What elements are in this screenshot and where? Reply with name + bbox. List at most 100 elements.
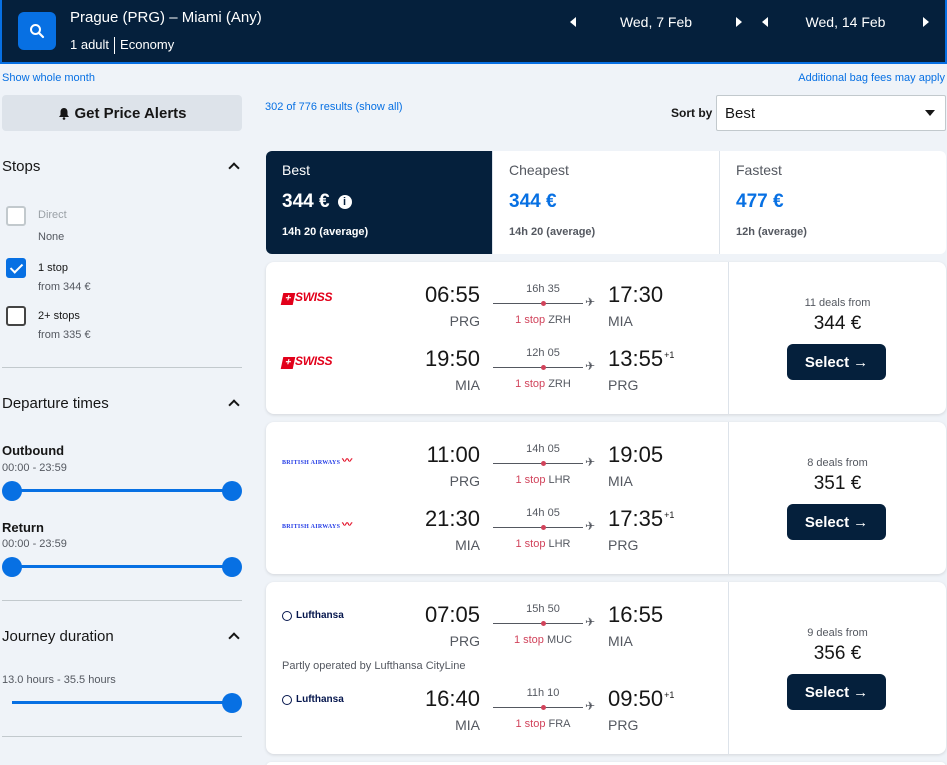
stop-info: 1 stop FRA — [493, 718, 593, 730]
result-card[interactable]: BRITISH AIRWAYS 〰 11:00 PRG 14h 05 ✈ 1 s… — [266, 422, 946, 574]
search-summary-header: Prague (PRG) – Miami (Any) 1 adult Econo… — [0, 0, 947, 64]
swiss-cross-icon: + — [280, 293, 296, 305]
flight-duration: 16h 35 — [526, 283, 560, 295]
return-label: Return — [2, 520, 44, 535]
outbound-slider-min-handle[interactable] — [2, 481, 22, 501]
search-button[interactable] — [18, 12, 56, 50]
arrival-time: 19:05 — [608, 442, 664, 468]
departure-time: 06:55 — [424, 282, 480, 307]
stop-option-sub: from 344 € — [38, 281, 91, 293]
price-panel: 11 deals from 344 € Select → — [728, 262, 946, 414]
arrival-airport: PRG — [608, 537, 639, 553]
lufthansa-crane-icon — [282, 694, 292, 705]
stop-dot — [541, 301, 546, 306]
stop-airport: LHR — [548, 474, 571, 486]
route-line — [493, 527, 583, 528]
stop-dot — [541, 461, 546, 466]
return-range: 00:00 - 23:59 — [2, 538, 67, 550]
airline-name: SWISS — [295, 354, 333, 368]
stop-count: 1 stop — [515, 378, 546, 390]
next-return-date-icon[interactable] — [923, 17, 929, 27]
stop-count: 1 stop — [515, 314, 546, 326]
price-panel: 9 deals from 356 € Select → — [728, 582, 946, 754]
sidebar-divider — [2, 367, 242, 368]
route-line — [493, 463, 583, 464]
next-day-indicator: +1 — [664, 349, 675, 360]
return-slider-min-handle[interactable] — [2, 557, 22, 577]
outbound-slider-max-handle[interactable] — [222, 481, 242, 501]
duration-slider-track[interactable] — [12, 701, 232, 704]
checkbox-2-plus-stops[interactable] — [6, 306, 26, 326]
select-label: Select — [804, 683, 850, 701]
chevron-up-icon[interactable] — [228, 162, 240, 174]
result-card[interactable]: + SWISS 06:55 PRG 16h 35 ✈ 1 stop ZRH 17:… — [266, 262, 946, 414]
route-line — [493, 623, 583, 624]
stop-info: 1 stop MUC — [493, 634, 593, 646]
tab-fastest[interactable]: Fastest 477 € 12h (average) — [720, 151, 946, 254]
checkbox-direct[interactable] — [6, 206, 26, 226]
stop-option-label: Direct — [38, 209, 67, 221]
stop-option-label: 2+ stops — [38, 310, 80, 322]
plane-icon: ✈ — [585, 519, 596, 533]
departure-airport: MIA — [455, 537, 480, 553]
chevron-up-icon[interactable] — [228, 399, 240, 411]
next-outbound-date-icon[interactable] — [736, 17, 742, 27]
price-panel: 8 deals from 351 € Select → — [728, 422, 946, 574]
return-slider-track[interactable] — [12, 565, 232, 568]
outbound-date-picker: Wed, 7 Feb — [570, 13, 742, 31]
arrival-time: 17:35+1 — [608, 506, 674, 532]
select-button[interactable]: Select → — [787, 504, 886, 540]
airline-logo: Lufthansa — [282, 694, 344, 705]
info-icon[interactable]: i — [337, 195, 352, 209]
show-whole-month-link[interactable]: Show whole month — [2, 72, 95, 84]
journey-duration-heading[interactable]: Journey duration — [2, 628, 114, 645]
stop-count: 1 stop — [515, 718, 546, 730]
outbound-date[interactable]: Wed, 7 Feb — [576, 14, 736, 30]
tab-best[interactable]: Best 344 € i 14h 20 (average) — [266, 151, 493, 254]
bag-fees-link[interactable]: Additional bag fees may apply — [798, 72, 945, 84]
flight-duration: 11h 10 — [526, 687, 560, 699]
stops-heading[interactable]: Stops — [2, 158, 40, 175]
arrival-time: 16:55 — [608, 602, 664, 628]
return-slider-max-handle[interactable] — [222, 557, 242, 577]
return-date[interactable]: Wed, 14 Feb — [768, 14, 923, 30]
flight-leg-outbound: + SWISS 06:55 PRG 16h 35 ✈ 1 stop ZRH 17:… — [266, 282, 728, 332]
departure-airport: MIA — [455, 377, 480, 393]
duration-slider-handle[interactable] — [222, 693, 242, 713]
outbound-slider-track[interactable] — [12, 489, 232, 492]
select-button[interactable]: Select → — [787, 674, 886, 710]
stop-info: 1 stop ZRH — [493, 378, 593, 390]
departure-times-heading[interactable]: Departure times — [2, 395, 109, 412]
duration-range: 13.0 hours - 35.5 hours — [2, 674, 116, 686]
arrow-right-icon: → — [853, 353, 869, 371]
arrival-airport: MIA — [608, 473, 633, 489]
airline-name: Lufthansa — [296, 610, 344, 621]
stop-count: 1 stop — [515, 474, 546, 486]
deals-count: 9 deals from — [807, 627, 868, 639]
operated-by-note: Partly operated by Lufthansa CityLine — [282, 660, 466, 672]
return-date-picker: Wed, 14 Feb — [762, 13, 929, 31]
select-button[interactable]: Select → — [787, 344, 886, 380]
sort-by-select[interactable]: Best — [716, 95, 946, 131]
result-price: 356 € — [813, 643, 862, 664]
sidebar-divider — [2, 600, 242, 601]
tab-cheapest[interactable]: Cheapest 344 € 14h 20 (average) — [493, 151, 720, 254]
route-title[interactable]: Prague (PRG) – Miami (Any) — [70, 9, 262, 26]
airline-name: Lufthansa — [296, 694, 344, 705]
results-count-link[interactable]: 302 of 776 results (show all) — [265, 101, 403, 113]
price-alerts-button[interactable]: Get Price Alerts — [2, 95, 242, 131]
stop-count: 1 stop — [515, 538, 546, 550]
airline-name: SWISS — [295, 290, 333, 304]
travellers-cabin[interactable]: 1 adult Economy — [70, 37, 174, 54]
departure-airport: PRG — [449, 473, 480, 489]
airline-name: BRITISH AIRWAYS — [282, 460, 341, 466]
stop-airport: ZRH — [548, 378, 571, 390]
flight-leg-return: + SWISS 19:50 MIA 12h 05 ✈ 1 stop ZRH 13:… — [266, 346, 728, 396]
stop-airport: LHR — [548, 538, 571, 550]
arrival-airport: PRG — [608, 717, 639, 733]
chevron-up-icon[interactable] — [228, 632, 240, 644]
bell-icon — [58, 107, 69, 120]
tab-price-value: 477 € — [736, 191, 784, 212]
result-card[interactable]: Lufthansa 07:05 PRG 15h 50 ✈ 1 stop MUC … — [266, 582, 946, 754]
checkbox-1-stop[interactable] — [6, 258, 26, 278]
